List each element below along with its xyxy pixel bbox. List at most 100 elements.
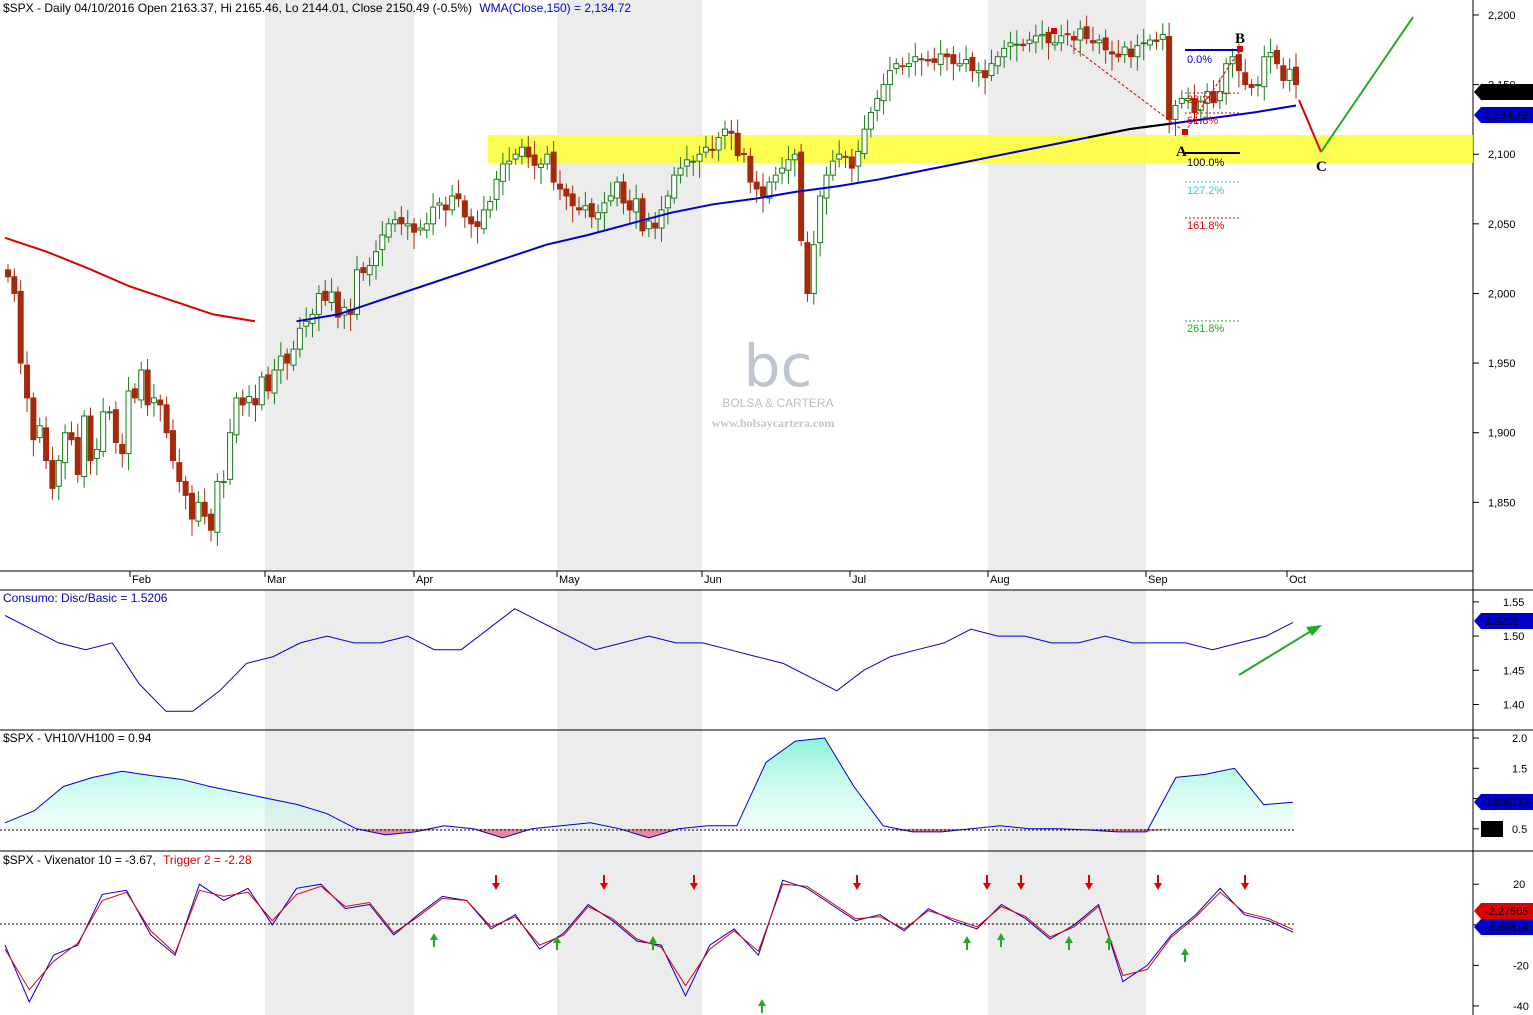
month-band bbox=[988, 730, 1146, 851]
main-title: $SPX - Daily 04/10/2016 Open 2163.37, Hi… bbox=[3, 1, 472, 15]
candle-body bbox=[1007, 42, 1014, 47]
candle-body bbox=[525, 146, 532, 158]
fib-38-label: 38.2% bbox=[1187, 94, 1218, 106]
candle-body bbox=[1109, 51, 1115, 55]
vh-badge: 0.936712 bbox=[1484, 797, 1530, 809]
candle-body bbox=[468, 216, 475, 225]
candle-body bbox=[721, 128, 728, 136]
candle-body bbox=[842, 155, 849, 158]
y-tick-label: -40 bbox=[1513, 1001, 1529, 1013]
candle-body bbox=[169, 430, 176, 462]
y-tick-label: 2,100 bbox=[1488, 149, 1516, 161]
candle-body bbox=[664, 195, 671, 209]
y-tick-label: 1,900 bbox=[1488, 428, 1516, 440]
candle-body bbox=[988, 63, 995, 77]
sell-arrow bbox=[492, 883, 500, 890]
watermark-logo: bc bbox=[744, 332, 813, 400]
candle-body bbox=[49, 460, 56, 489]
month-band bbox=[988, 851, 1146, 1015]
month-band bbox=[988, 590, 1146, 730]
candle-body bbox=[1248, 84, 1255, 88]
candle-body bbox=[258, 376, 265, 406]
candle-body bbox=[100, 411, 107, 453]
candle-body bbox=[1013, 43, 1020, 46]
candle-body bbox=[905, 63, 912, 67]
candle-body bbox=[1020, 43, 1027, 47]
candle-body bbox=[969, 56, 976, 72]
x-tick-label: Jul bbox=[852, 574, 866, 586]
candle-body bbox=[1096, 39, 1103, 44]
candle-body bbox=[715, 137, 722, 151]
candle-body bbox=[163, 404, 170, 434]
candle-body bbox=[506, 160, 513, 165]
candle-body bbox=[74, 437, 81, 475]
projection-up bbox=[1320, 16, 1414, 153]
candle-body bbox=[1115, 53, 1122, 58]
candle-body bbox=[81, 415, 88, 478]
candle-body bbox=[544, 153, 551, 165]
candle-body bbox=[931, 58, 938, 63]
candle-body bbox=[265, 374, 272, 392]
candle-body bbox=[24, 364, 31, 399]
candle-body bbox=[1178, 98, 1185, 104]
candle-body bbox=[5, 269, 11, 278]
candle-body bbox=[150, 397, 157, 404]
candle-body bbox=[531, 154, 538, 166]
candle-body bbox=[30, 397, 37, 441]
candle-body bbox=[1121, 46, 1128, 56]
candle-body bbox=[626, 200, 633, 211]
candle-body bbox=[1293, 66, 1299, 86]
chart-stage: 2,2002,1502,1002,0502,0001,9501,9001,850… bbox=[0, 0, 1533, 1015]
buy-arrow bbox=[1181, 948, 1189, 955]
chart-canvas: 2,2002,1502,1002,0502,0001,9501,9001,850… bbox=[0, 0, 1533, 1015]
candle-body bbox=[106, 411, 113, 414]
vh-axis: 2.01.51.00.5 bbox=[1473, 733, 1527, 836]
y-tick-label: 0.5 bbox=[1512, 824, 1527, 836]
y-tick-label: 20 bbox=[1513, 879, 1525, 891]
candle-body bbox=[886, 70, 893, 86]
candle-body bbox=[68, 432, 75, 441]
candle-body bbox=[569, 193, 576, 207]
candle-body bbox=[144, 369, 151, 406]
candle-body bbox=[182, 480, 189, 496]
candle-body bbox=[1089, 40, 1096, 44]
fib-127-label: 127.2% bbox=[1187, 185, 1225, 197]
candle-body bbox=[1039, 33, 1046, 37]
candle-body bbox=[671, 174, 678, 199]
x-tick-label: Jun bbox=[704, 574, 722, 586]
candle-body bbox=[1032, 35, 1039, 43]
peak-marker bbox=[1051, 28, 1057, 34]
candle-body bbox=[125, 390, 132, 455]
candle-body bbox=[772, 174, 779, 183]
candle-body bbox=[867, 111, 874, 130]
candle-body bbox=[290, 348, 297, 366]
candle-body bbox=[588, 203, 595, 218]
y-tick-label: 1.40 bbox=[1503, 699, 1524, 711]
candle-body bbox=[595, 212, 602, 220]
candle-body bbox=[417, 227, 424, 231]
candle-body bbox=[328, 291, 335, 304]
y-tick-label: -20 bbox=[1513, 960, 1529, 972]
candle-body bbox=[62, 432, 69, 464]
candle-body bbox=[1026, 39, 1033, 45]
candle-body bbox=[925, 59, 931, 62]
candle-body bbox=[499, 163, 506, 182]
candle-body bbox=[360, 267, 367, 274]
candle-body bbox=[1064, 33, 1071, 36]
candle-body bbox=[480, 209, 487, 230]
candle-body bbox=[747, 155, 754, 183]
candle-body bbox=[303, 320, 310, 327]
candle-body bbox=[791, 153, 798, 161]
candle-body bbox=[189, 492, 195, 520]
candle-body bbox=[950, 54, 957, 65]
candle-body bbox=[1140, 42, 1147, 45]
candle-body bbox=[246, 396, 253, 404]
panel4-header: $SPX - Vixenator 10 = -3.67, Trigger 2 =… bbox=[3, 853, 252, 867]
candle-body bbox=[702, 146, 709, 153]
candle-body bbox=[620, 181, 627, 204]
candle-body bbox=[157, 399, 164, 406]
candle-body bbox=[322, 290, 329, 301]
candle-body bbox=[918, 58, 925, 61]
candle-body bbox=[607, 195, 614, 202]
candle-body bbox=[798, 151, 805, 242]
